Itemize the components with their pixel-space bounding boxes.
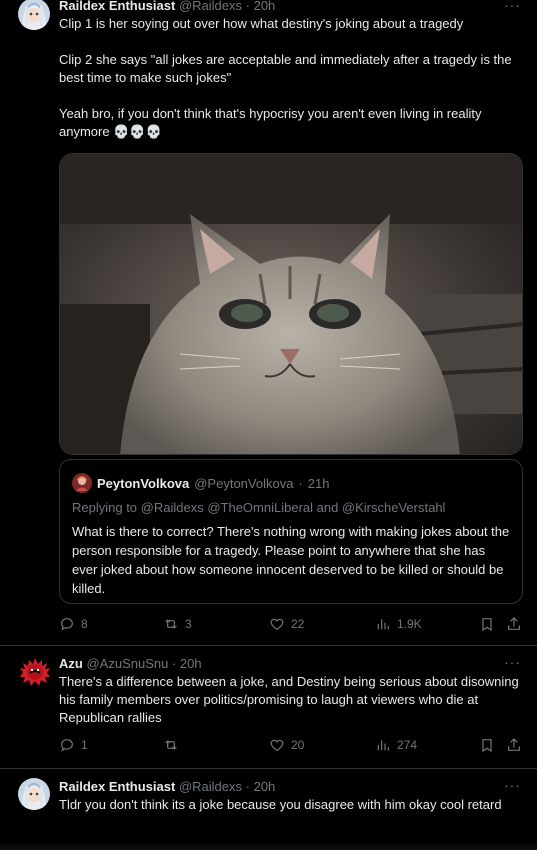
tweet-text: There's a difference between a joke, and… bbox=[59, 674, 519, 725]
author-handle[interactable]: @Raildexs bbox=[179, 0, 242, 13]
author-handle[interactable]: @Raildexs bbox=[179, 779, 242, 794]
anime-avatar-icon bbox=[18, 0, 50, 30]
reply-icon bbox=[61, 739, 73, 752]
repost-button[interactable]: 3 bbox=[163, 616, 192, 632]
share-icon bbox=[508, 738, 520, 751]
tweet-raildex-1[interactable]: Raildex Enthusiast @Raildexs · 20h ··· C… bbox=[0, 0, 537, 645]
quoted-separator: · bbox=[298, 475, 303, 491]
tweet-text: Tldr you don't think its a joke because … bbox=[59, 797, 502, 812]
tweet-azu[interactable]: Azu @AzuSnuSnu · 20h ··· There's a diffe… bbox=[0, 646, 537, 768]
replying-to-prefix: Replying to bbox=[72, 500, 138, 515]
author-handle[interactable]: @AzuSnuSnu bbox=[86, 656, 168, 671]
timestamp[interactable]: 20h bbox=[254, 779, 276, 794]
tweet-header: Raildex Enthusiast @Raildexs · 20h bbox=[59, 0, 275, 13]
tweet-raildex-2[interactable]: Raildex Enthusiast @Raildexs · 20h ··· T… bbox=[0, 769, 537, 850]
reply-count: 1 bbox=[81, 738, 88, 752]
tweet-line-2: Clip 2 she says "all jokes are acceptabl… bbox=[59, 52, 512, 85]
quoted-timestamp: 21h bbox=[307, 475, 330, 491]
tweet-actions: 8 3 22 1.9K bbox=[59, 616, 523, 636]
views-button[interactable]: 1.9K bbox=[375, 616, 422, 632]
cat-photo bbox=[60, 154, 522, 454]
repost-button[interactable] bbox=[163, 737, 185, 753]
quoted-avatar-icon[interactable] bbox=[72, 473, 92, 493]
views-count: 274 bbox=[397, 738, 418, 752]
author-name[interactable]: Azu bbox=[59, 656, 83, 671]
reply-button[interactable]: 8 bbox=[59, 616, 88, 632]
views-icon bbox=[377, 619, 389, 630]
reply-icon bbox=[61, 618, 73, 631]
tweet-line-1: Clip 1 is her soying out over how what d… bbox=[59, 16, 464, 31]
separator: · bbox=[245, 0, 250, 13]
replying-to: Replying to @Raildexs @TheOmniLiberal an… bbox=[72, 500, 445, 515]
bookmark-icon bbox=[482, 618, 492, 632]
replying-to-handles[interactable]: @Raildexs @TheOmniLiberal and @KirscheVe… bbox=[141, 500, 446, 515]
avatar[interactable] bbox=[18, 778, 50, 810]
avatar[interactable] bbox=[18, 0, 50, 30]
like-count: 22 bbox=[291, 617, 305, 631]
reply-count: 8 bbox=[81, 617, 88, 631]
timestamp[interactable]: 20h bbox=[254, 0, 276, 13]
separator: · bbox=[245, 779, 250, 794]
like-count: 20 bbox=[291, 738, 305, 752]
tweet-header: Raildex Enthusiast @Raildexs · 20h bbox=[59, 779, 275, 794]
quoted-author-name: PeytonVolkova bbox=[97, 475, 190, 491]
quoted-tweet[interactable]: PeytonVolkova @PeytonVolkova · 21h Reply… bbox=[59, 459, 523, 604]
like-button[interactable]: 20 bbox=[269, 737, 304, 753]
avatar[interactable] bbox=[19, 656, 51, 688]
anime-avatar-icon bbox=[18, 778, 50, 810]
bookmark-button[interactable] bbox=[479, 616, 495, 632]
bookmark-button[interactable] bbox=[479, 737, 495, 753]
share-icon bbox=[508, 617, 520, 630]
views-count: 1.9K bbox=[397, 617, 422, 631]
repost-icon bbox=[165, 619, 177, 629]
share-button[interactable] bbox=[506, 737, 522, 753]
views-button[interactable]: 274 bbox=[375, 737, 417, 753]
quoted-tweet-header: PeytonVolkova @PeytonVolkova · 21h bbox=[72, 473, 329, 493]
bottom-edge bbox=[0, 842, 537, 850]
separator: · bbox=[171, 656, 177, 671]
like-button[interactable]: 22 bbox=[269, 616, 304, 632]
views-icon bbox=[377, 740, 389, 751]
tweet-header: Azu @AzuSnuSnu · 20h bbox=[59, 656, 202, 671]
red-creature-avatar-icon bbox=[20, 658, 50, 686]
more-options-button[interactable]: ··· bbox=[504, 654, 521, 670]
more-options-button[interactable]: ··· bbox=[504, 0, 521, 13]
author-name[interactable]: Raildex Enthusiast bbox=[59, 0, 175, 13]
repost-icon bbox=[165, 740, 177, 750]
share-button[interactable] bbox=[506, 616, 522, 632]
tweet-media-image[interactable] bbox=[59, 153, 523, 455]
heart-icon bbox=[270, 739, 284, 752]
quoted-author-handle: @PeytonVolkova bbox=[194, 475, 294, 491]
reply-button[interactable]: 1 bbox=[59, 737, 88, 753]
tweet-text: Clip 1 is her soying out over how what d… bbox=[59, 15, 521, 141]
heart-icon bbox=[270, 618, 284, 631]
tweet-line-3: Yeah bro, if you don't think that's hypo… bbox=[59, 106, 482, 139]
more-options-button[interactable]: ··· bbox=[504, 777, 521, 793]
author-name[interactable]: Raildex Enthusiast bbox=[59, 779, 175, 794]
repost-count: 3 bbox=[185, 617, 192, 631]
bookmark-icon bbox=[482, 739, 492, 753]
quoted-tweet-text: What is there to correct? There's nothin… bbox=[72, 524, 510, 596]
tweet-actions: 1 20 274 bbox=[59, 737, 523, 757]
timestamp[interactable]: 20h bbox=[180, 656, 202, 671]
